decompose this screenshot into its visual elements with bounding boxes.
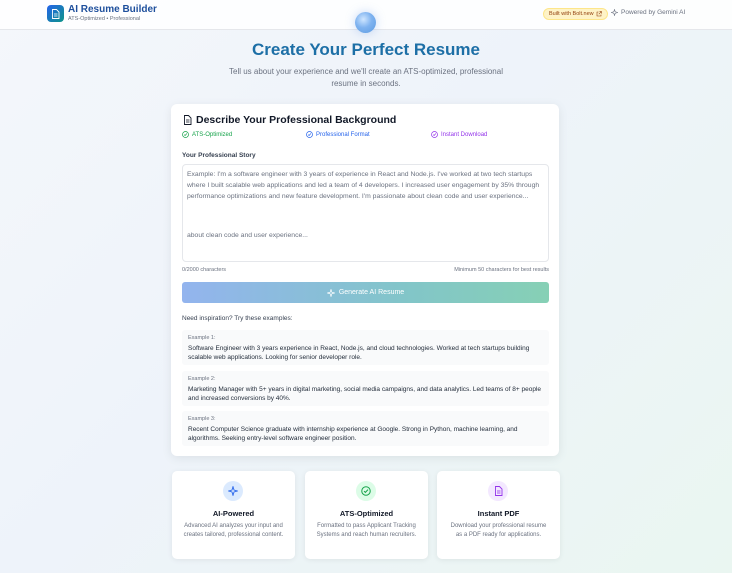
feature-label: Professional Format [316,131,370,138]
generate-resume-button[interactable]: Generate AI Resume [182,282,549,303]
feature-card-title: Instant PDF [477,509,520,518]
feature-card-icon-wrap [488,481,508,501]
story-label: Your Professional Story [182,152,256,159]
bolt-badge-label: Built with Bolt.new [549,11,594,17]
feature-card-description: Formatted to pass Applicant Tracking Sys… [316,523,417,538]
app-title: AI Resume Builder [68,4,157,15]
sparkles-icon [611,9,618,16]
feature-professional-format: Professional Format [306,131,370,138]
app-subtitle: ATS-Optimized • Professional [68,16,141,22]
feature-label: Instant Download [441,131,488,138]
feature-card-description: Advanced AI analyzes your input and crea… [183,523,284,538]
check-circle-icon [306,131,313,138]
hero-subtitle: Tell us about your experience and we'll … [229,67,503,88]
feature-card-title: ATS-Optimized [339,509,394,518]
check-circle-icon [361,486,371,496]
form-title: Describe Your Professional Background [183,114,396,126]
example-text: Software Engineer with 3 years experienc… [188,345,530,361]
decorative-orb [355,12,376,33]
feature-card-icon-wrap [356,481,376,501]
example-item-2[interactable]: Example 2: Marketing Manager with 5+ yea… [182,371,549,406]
bolt-badge-link[interactable]: Built with Bolt.new [543,8,608,20]
powered-by-label: Powered by Gemini AI [621,9,686,16]
sparkles-icon [228,486,238,496]
powered-by: Powered by Gemini AI [611,9,685,16]
story-textarea[interactable]: Example: I'm a software engineer with 3 … [182,164,549,262]
form-title-label: Describe Your Professional Background [196,114,397,126]
check-circle-icon [182,131,189,138]
feature-card-ai-powered: AI-Powered Advanced AI analyzes your inp… [172,471,295,559]
feature-instant-download: Instant Download [431,131,487,138]
generate-button-label: Generate AI Resume [338,289,405,296]
feature-ats-optimized: ATS-Optimized [182,131,232,138]
feature-label: ATS-Optimized [192,131,233,138]
story-placeholder-overlap: about clean code and user experience... [187,232,308,239]
feature-card-description: Download your professional resume as a P… [450,523,547,538]
inspiration-label: Need inspiration? Try these examples: [182,315,293,322]
check-circle-icon [431,131,438,138]
example-item-3[interactable]: Example 3: Recent Computer Science gradu… [182,411,549,446]
example-text: Marketing Manager with 5+ years in digit… [188,386,541,402]
example-number: Example 1: [188,335,216,341]
app-logo[interactable] [47,5,64,22]
character-minimum-hint: Minimum 50 characters for best results [454,267,549,273]
example-number: Example 3: [188,416,216,422]
document-icon [52,8,60,19]
document-icon [494,486,502,496]
character-count: 0/2000 characters [182,267,227,273]
example-number: Example 2: [188,376,216,382]
hero-title: Create Your Perfect Resume [251,40,481,59]
feature-card-ats-optimized: ATS-Optimized Formatted to pass Applican… [305,471,428,559]
example-item-1[interactable]: Example 1: Software Engineer with 3 year… [182,330,549,365]
sparkles-icon [326,288,335,297]
example-text: Recent Computer Science graduate with in… [188,426,518,442]
feature-card-icon-wrap [223,481,243,501]
document-icon [184,115,192,125]
feature-card-title: AI-Powered [212,509,255,518]
external-link-icon [596,11,602,17]
story-placeholder: Example: I'm a software engineer with 3 … [187,171,540,200]
background-form-card: Describe Your Professional Background AT… [171,104,559,456]
feature-card-instant-pdf: Instant PDF Download your professional r… [437,471,560,559]
